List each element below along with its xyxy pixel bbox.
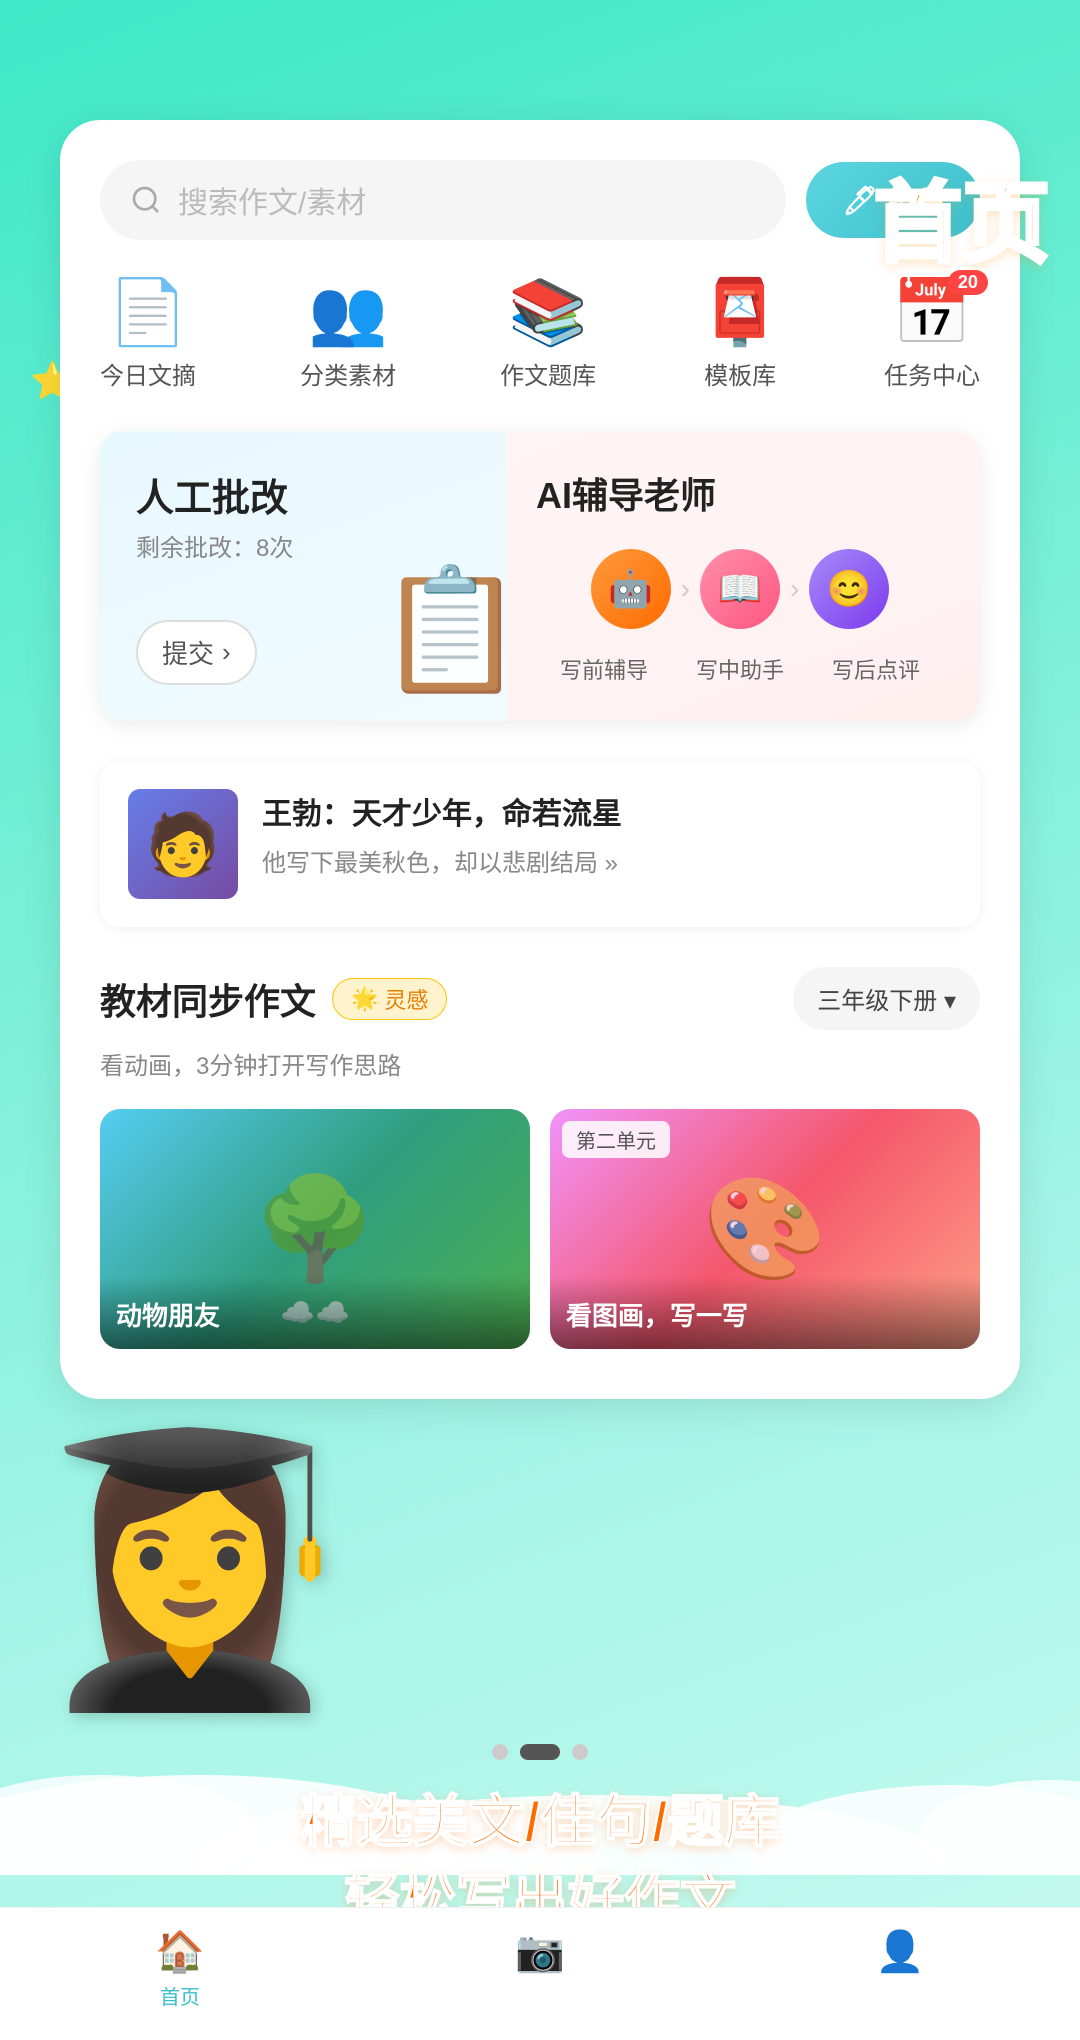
section-title-wrap: 教材同步作文 🌟 灵感: [100, 973, 447, 1025]
card-draw-write[interactable]: 🎨 第二单元 看图画，写一写: [550, 1109, 980, 1349]
search-placeholder: 搜索作文/素材: [178, 178, 366, 222]
section-header: 教材同步作文 🌟 灵感 三年级下册 ▾: [100, 967, 980, 1030]
task-center-label: 任务中心: [884, 356, 980, 391]
two-panel: 人工批改 剩余批改：8次 提交 › 📋 AI辅导老师 🤖 › 📖 ›: [100, 431, 980, 721]
search-icon: [130, 184, 162, 216]
ai-tutor-title: AI辅导老师: [536, 467, 944, 519]
submit-small-label: 提交: [162, 634, 214, 671]
star-icon: 🌟: [351, 986, 378, 1012]
ai-labels: 写前辅导 写中助手 写后点评: [536, 653, 944, 685]
camera-icon: 📷: [515, 1928, 565, 1975]
category-material-icon: 👥: [308, 276, 388, 348]
article-subtitle: 他写下最美秋色，却以悲剧结局 »: [262, 843, 952, 878]
bottom-character: 👩‍🎓: [0, 1200, 380, 1700]
inspiration-tag: 🌟 灵感: [332, 978, 447, 1020]
tab-home[interactable]: 🏠 首页: [155, 1928, 205, 2010]
section-title: 教材同步作文: [100, 973, 316, 1025]
human-review-title: 人工批改: [136, 467, 476, 522]
article-text: 王勃：天才少年，命若流星 他写下最美秋色，却以悲剧结局 »: [262, 789, 952, 878]
panel-human-review[interactable]: 人工批改 剩余批改：8次 提交 › 📋: [100, 431, 506, 721]
article-card[interactable]: 🧑 王勃：天才少年，命若流星 他写下最美秋色，却以悲剧结局 »: [100, 761, 980, 927]
daily-article-icon: 📄: [108, 276, 188, 348]
grade-label: 三年级下册 ▾: [817, 981, 956, 1016]
profile-icon: 👤: [875, 1928, 925, 1975]
grade-dropdown[interactable]: 三年级下册 ▾: [793, 967, 980, 1030]
unit-badge: 第二单元: [562, 1121, 670, 1158]
home-icon: 🏠: [155, 1928, 205, 1975]
template-library-label: 模板库: [704, 356, 776, 391]
daily-article-label: 今日文摘: [100, 356, 196, 391]
nav-dot-3: [572, 1744, 588, 1760]
pre-write-label: 写前辅导: [536, 653, 672, 685]
tab-camera[interactable]: 📷: [515, 1928, 565, 2010]
mid-write-icon: 📖: [700, 549, 780, 629]
submit-icon: 🖊: [842, 184, 878, 217]
section-subtitle: 看动画，3分钟打开写作思路: [100, 1046, 980, 1081]
category-material-label: 分类素材: [300, 356, 396, 391]
icon-task-center[interactable]: 📅 20 任务中心: [884, 280, 980, 391]
essay-library-label: 作文题库: [500, 356, 596, 391]
icon-essay-library[interactable]: 📚 作文题库: [500, 280, 596, 391]
article-thumbnail: 🧑: [128, 789, 238, 899]
pre-write-icon: 🤖: [591, 549, 671, 629]
character-figure: 👩‍🎓: [28, 1440, 352, 1700]
icon-daily-article[interactable]: 📄 今日文摘: [100, 280, 196, 391]
mid-write-label: 写中助手: [672, 653, 808, 685]
nav-dots: [492, 1744, 588, 1760]
tab-profile[interactable]: 👤: [875, 1928, 925, 2010]
icon-category-material[interactable]: 👥 分类素材: [300, 280, 396, 391]
card2-label: 看图画，写一写: [550, 1276, 980, 1349]
nav-dot-2-active: [520, 1744, 560, 1760]
task-badge: 20: [948, 270, 988, 295]
paper-icon: 📋: [377, 561, 526, 701]
tag-label: 灵感: [384, 983, 428, 1015]
post-write-icon: 😊: [809, 549, 889, 629]
arrow-1: ›: [681, 573, 690, 605]
submit-small-btn[interactable]: 提交 ›: [136, 620, 257, 685]
nav-dot-1: [492, 1744, 508, 1760]
arrow-2: ›: [790, 573, 799, 605]
panel-ai-tutor[interactable]: AI辅导老师 🤖 › 📖 › 😊 写前辅导 写中助手 写后点评: [506, 431, 980, 721]
icons-row: 📄 今日文摘 👥 分类素材 📚 作文题库 📮 模板库 📅 20: [100, 280, 980, 391]
bottom-text-line1: 精选美文/佳句/题库: [0, 1783, 1080, 1861]
tab-bar: 🏠 首页 📷 👤: [0, 1907, 1080, 2040]
icon-template-library[interactable]: 📮 模板库: [700, 280, 780, 391]
page-title: 首页: [874, 180, 1050, 268]
tab-home-label: 首页: [160, 1981, 200, 2010]
template-library-icon: 📮: [700, 276, 780, 348]
ai-flow: 🤖 › 📖 › 😊: [536, 549, 944, 629]
search-input-wrap[interactable]: 搜索作文/素材: [100, 160, 786, 240]
search-bar: 搜索作文/素材 🖊 投稿: [100, 160, 980, 240]
post-write-label: 写后点评: [808, 653, 944, 685]
chevron-right-icon: ›: [222, 637, 231, 668]
human-review-sub: 剩余批改：8次: [136, 528, 476, 563]
essay-library-icon: 📚: [508, 276, 588, 348]
article-title: 王勃：天才少年，命若流星: [262, 789, 952, 833]
